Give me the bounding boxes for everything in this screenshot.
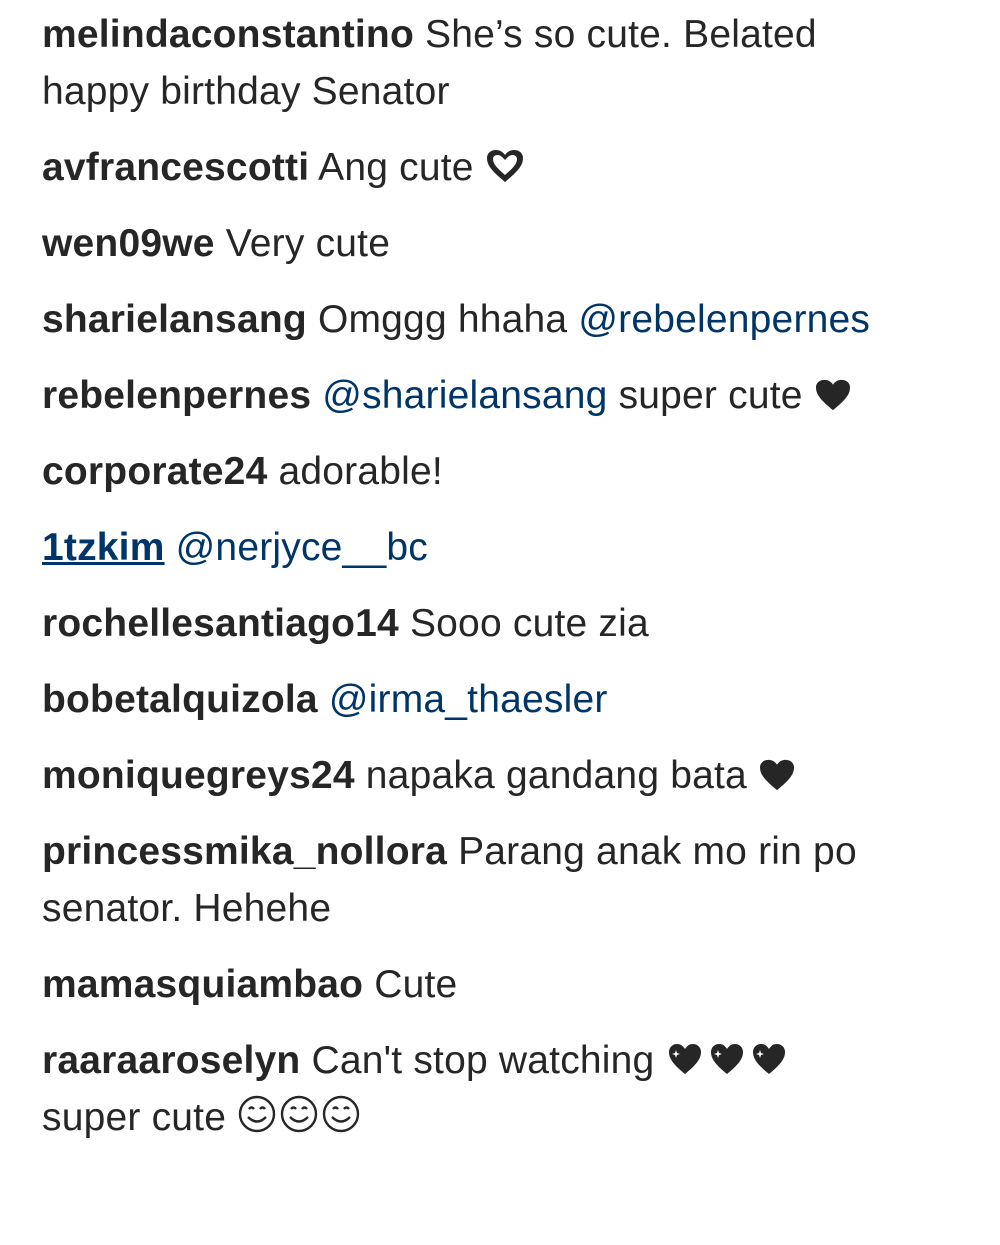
comment-text: super cute bbox=[618, 374, 803, 417]
comment-item: avfrancescotti Ang cute bbox=[42, 139, 900, 196]
comment-item: bobetalquizola @irma_thaesler bbox=[42, 671, 900, 728]
comment-username[interactable]: rebelenpernes bbox=[42, 374, 311, 417]
comment-list: melindaconstantino She’s so cute. Belate… bbox=[0, 0, 900, 1146]
comment-text: adorable! bbox=[278, 450, 443, 493]
comment-item: melindaconstantino She’s so cute. Belate… bbox=[42, 6, 900, 120]
smiling-face-icon bbox=[237, 1094, 367, 1134]
comment-text: Omggg hhaha bbox=[317, 298, 568, 341]
comment-text: Cute bbox=[374, 963, 458, 1006]
comment-text: Ang cute bbox=[318, 146, 474, 189]
comment-username[interactable]: mamasquiambao bbox=[42, 963, 363, 1006]
comment-item: corporate24 adorable! bbox=[42, 443, 900, 500]
comment-text-continued: super cute bbox=[42, 1096, 227, 1139]
comment-item: princessmika_nollora Parang anak mo rin … bbox=[42, 823, 900, 937]
comment-item: rebelenpernes @sharielansang super cute bbox=[42, 367, 900, 424]
comment-username[interactable]: moniquegreys24 bbox=[42, 754, 355, 797]
comment-item: raaraaroselyn Can't stop watching super … bbox=[42, 1032, 900, 1146]
comment-username[interactable]: sharielansang bbox=[42, 298, 307, 341]
comment-username[interactable]: corporate24 bbox=[42, 450, 267, 493]
comment-username[interactable]: 1tzkim bbox=[42, 526, 165, 569]
comment-username[interactable]: princessmika_nollora bbox=[42, 830, 447, 873]
comment-item: rochellesantiago14 Sooo cute zia bbox=[42, 595, 900, 652]
black-heart-icon bbox=[758, 758, 796, 792]
comment-item: mamasquiambao Cute bbox=[42, 956, 900, 1013]
comment-mention[interactable]: @nerjyce__bc bbox=[176, 526, 428, 569]
comment-mention[interactable]: @rebelenpernes bbox=[578, 298, 870, 341]
comment-username[interactable]: bobetalquizola bbox=[42, 678, 318, 721]
comment-item: moniquegreys24 napaka gandang bata bbox=[42, 747, 900, 804]
comment-mention[interactable]: @sharielansang bbox=[322, 374, 607, 417]
comment-mention[interactable]: @irma_thaesler bbox=[329, 678, 608, 721]
sparkling-heart-icon bbox=[665, 1041, 795, 1077]
comment-text: Can't stop watching bbox=[311, 1039, 655, 1082]
black-heart-icon bbox=[814, 378, 852, 412]
comment-username[interactable]: avfrancescotti bbox=[42, 146, 309, 189]
comment-item: 1tzkim @nerjyce__bc bbox=[42, 519, 900, 576]
comment-text: Sooo cute zia bbox=[409, 602, 649, 645]
heart-outline-icon bbox=[485, 148, 525, 184]
comment-username[interactable]: rochellesantiago14 bbox=[42, 602, 399, 645]
comment-username[interactable]: melindaconstantino bbox=[42, 13, 414, 56]
comment-username[interactable]: wen09we bbox=[42, 222, 215, 265]
comment-item: sharielansang Omggg hhaha @rebelenpernes bbox=[42, 291, 900, 348]
comment-username[interactable]: raaraaroselyn bbox=[42, 1039, 300, 1082]
comment-text: Very cute bbox=[225, 222, 391, 265]
comment-text: napaka gandang bata bbox=[365, 754, 747, 797]
comment-item: wen09we Very cute bbox=[42, 215, 900, 272]
